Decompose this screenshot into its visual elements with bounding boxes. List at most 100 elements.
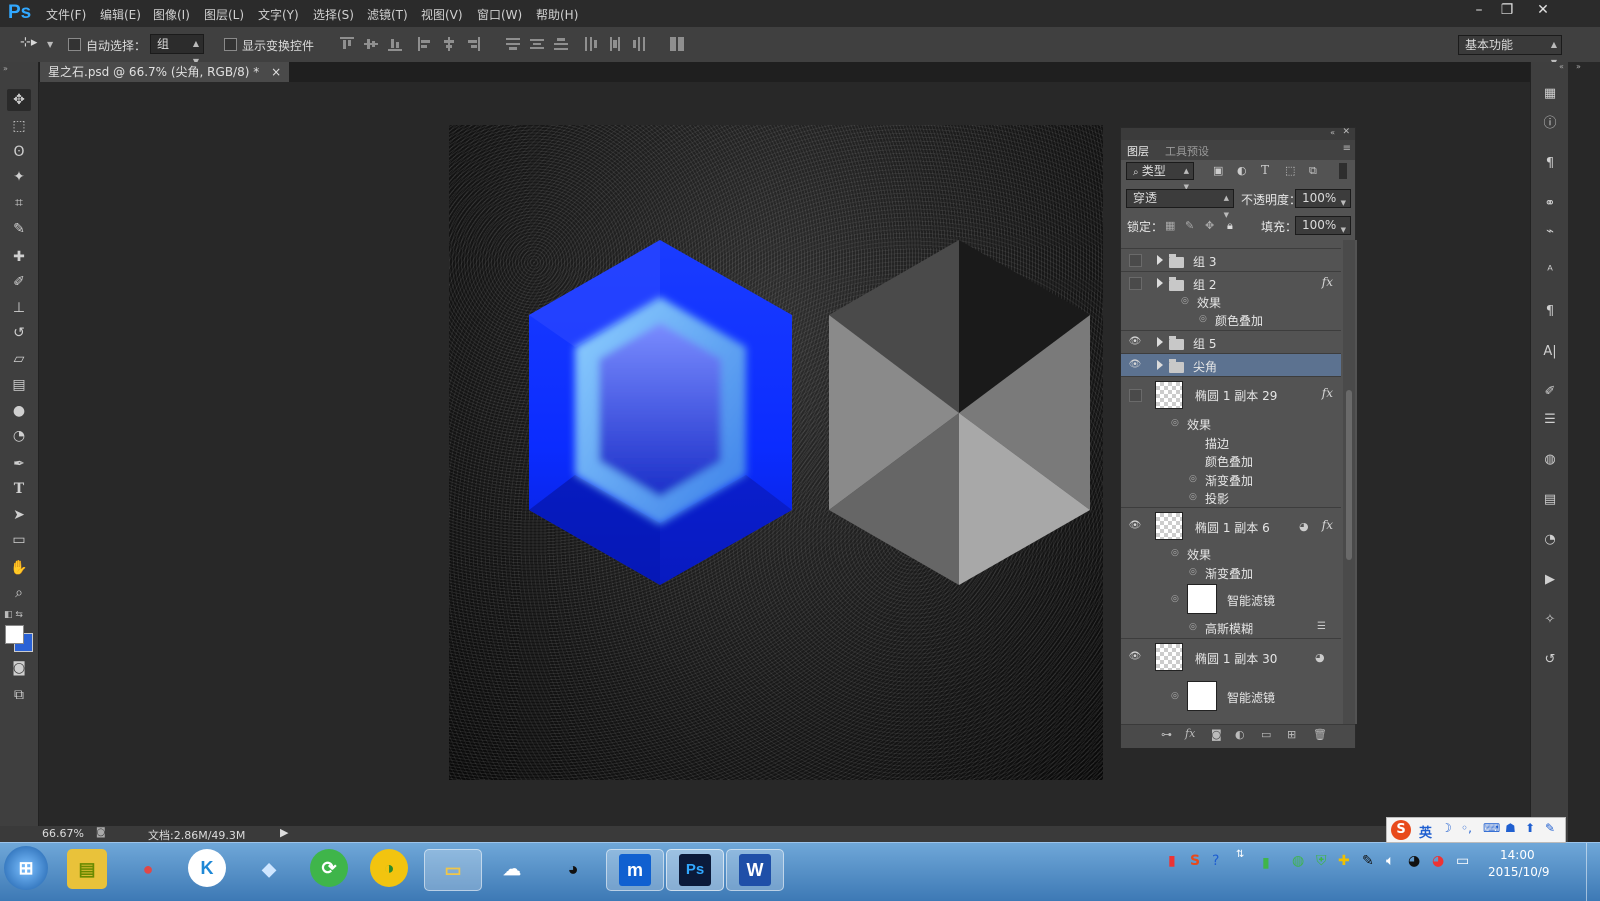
align-top-icon[interactable] bbox=[340, 37, 354, 51]
menu-view[interactable]: 视图(V) bbox=[421, 6, 463, 23]
tray-qq2-icon[interactable]: ◕ bbox=[1432, 853, 1444, 869]
start-button[interactable]: ⊞ bbox=[4, 846, 48, 890]
tray-app-icon[interactable]: ▮ bbox=[1168, 853, 1176, 869]
collapse-arrows-icon[interactable]: » bbox=[3, 64, 8, 73]
tab-tool-presets[interactable]: 工具预设 bbox=[1165, 143, 1209, 159]
qq-app-icon[interactable]: ◕ bbox=[553, 849, 593, 889]
new-layer-icon[interactable]: ⊞ bbox=[1287, 728, 1296, 741]
paragraph-icon[interactable]: ¶ bbox=[1540, 154, 1560, 174]
swatches-icon[interactable]: ◍ bbox=[1540, 450, 1560, 470]
restore-button[interactable]: ❐ bbox=[1491, 0, 1523, 20]
marquee-tool-icon[interactable]: ⬚ bbox=[7, 115, 31, 137]
type-tool-icon[interactable]: T bbox=[7, 478, 31, 500]
balloon-app-icon[interactable]: ● bbox=[128, 849, 168, 889]
layer-row-spike-selected[interactable]: 👁︎ 尖角 bbox=[1121, 354, 1341, 377]
filter-pixel-icon[interactable]: ▣ bbox=[1213, 164, 1223, 177]
layer-name[interactable]: 组 3 bbox=[1193, 253, 1216, 270]
eye-icon[interactable]: 👁︎ bbox=[1128, 520, 1142, 532]
tray-plus-icon[interactable]: ✚ bbox=[1338, 853, 1350, 869]
lock-all-icon[interactable]: 🔒︎ bbox=[1227, 219, 1233, 233]
eye-icon[interactable]: ◎ bbox=[1171, 594, 1179, 604]
tab-close-icon[interactable]: × bbox=[271, 65, 281, 79]
menu-layer[interactable]: 图层(L) bbox=[204, 6, 244, 23]
menu-help[interactable]: 帮助(H) bbox=[536, 6, 578, 23]
visibility-toggle[interactable] bbox=[1129, 254, 1142, 267]
auto-align-icon[interactable] bbox=[670, 37, 684, 51]
lock-position-icon[interactable]: ✥ bbox=[1205, 219, 1214, 232]
auto-select-dropdown[interactable]: 组 ▲▼ bbox=[150, 34, 204, 66]
filter-type-icon[interactable]: T bbox=[1261, 163, 1269, 177]
filter-adjustment-icon[interactable]: ◐ bbox=[1237, 164, 1247, 177]
distribute-left-icon[interactable] bbox=[584, 37, 598, 51]
menu-image[interactable]: 图像(I) bbox=[153, 6, 190, 23]
filter-blending-options-icon[interactable]: ☰ bbox=[1317, 621, 1326, 632]
visibility-toggle[interactable] bbox=[1129, 277, 1142, 290]
align-right-icon[interactable] bbox=[466, 37, 480, 51]
k-app-icon[interactable]: K bbox=[188, 849, 226, 887]
layer-row-group2[interactable]: 组 2 fx ◎ 效果 ◎ 颜色叠加 bbox=[1121, 272, 1341, 331]
menu-file[interactable]: 文件(F) bbox=[46, 6, 86, 23]
document-tab[interactable]: 星之石.psd @ 66.7% (尖角, RGB/8) * × bbox=[40, 62, 290, 82]
move-tool-preset-icon[interactable]: ⊹▸ bbox=[20, 35, 42, 53]
fx-icon[interactable]: fx bbox=[1322, 275, 1333, 289]
align-bottom-icon[interactable] bbox=[388, 37, 402, 51]
info-icon[interactable]: ⓘ bbox=[1540, 114, 1560, 134]
crop-tool-icon[interactable]: ⌗ bbox=[7, 192, 31, 214]
tray-network-icon[interactable]: ⇅ bbox=[1236, 849, 1244, 860]
glass-app-icon[interactable]: ◆ bbox=[249, 849, 289, 889]
styles-icon[interactable]: ▤ bbox=[1540, 490, 1560, 510]
taskbar-button-m[interactable]: m bbox=[606, 849, 664, 891]
eye-icon[interactable]: ◎ bbox=[1189, 567, 1197, 577]
dodge-tool-icon[interactable]: ◔ bbox=[7, 425, 31, 447]
panel-close-icon[interactable]: ✕ bbox=[1342, 127, 1350, 137]
menu-select[interactable]: 选择(S) bbox=[313, 6, 354, 23]
expand-panels-icon[interactable]: « bbox=[1559, 62, 1564, 71]
actions-icon[interactable]: ▶ bbox=[1540, 570, 1560, 590]
character-styles-icon[interactable]: ᴬ bbox=[1540, 262, 1560, 282]
quick-mask-icon[interactable]: ◙ bbox=[7, 657, 31, 679]
status-options-icon[interactable]: ◙ bbox=[96, 827, 106, 838]
eye-icon[interactable]: ◎ bbox=[1171, 418, 1179, 428]
preset-chevron-down-icon[interactable]: ▼ bbox=[47, 40, 53, 49]
scrollbar-thumb[interactable] bbox=[1346, 390, 1352, 560]
gradient-tool-icon[interactable]: ▤ bbox=[7, 374, 31, 396]
fx-icon[interactable]: fx bbox=[1322, 518, 1333, 532]
eye-icon[interactable]: ◎ bbox=[1171, 691, 1179, 701]
layer-name[interactable]: 椭圆 1 副本 6 bbox=[1195, 519, 1270, 536]
zoom-tool-icon[interactable]: ⌕ bbox=[7, 582, 31, 604]
eye-icon[interactable]: ◎ bbox=[1189, 492, 1197, 502]
eye-icon[interactable]: ◎ bbox=[1199, 314, 1207, 324]
menu-type[interactable]: 文字(Y) bbox=[258, 6, 299, 23]
distribute-right-icon[interactable] bbox=[632, 37, 646, 51]
distribute-vcenter-icon[interactable] bbox=[530, 37, 544, 51]
tray-pen-icon[interactable]: ✎ bbox=[1362, 853, 1374, 869]
clock-time[interactable]: 14:00 bbox=[1500, 848, 1535, 862]
layer-name[interactable]: 组 2 bbox=[1193, 276, 1216, 293]
lock-pixels-icon[interactable]: ✎ bbox=[1185, 219, 1194, 232]
explorer-app-icon[interactable]: ▭ bbox=[424, 849, 482, 891]
layer-row-ellipse6[interactable]: 👁︎ 椭圆 1 副本 6 ◕ fx ◎ 效果 ◎ 渐变叠加 ◎ 智能滤镜 ◎ 高… bbox=[1121, 508, 1341, 639]
refresh-app-icon[interactable]: ⟳ bbox=[310, 849, 348, 887]
close-button[interactable]: ✕ bbox=[1525, 0, 1561, 20]
filter-smart-object-icon[interactable]: ⧉ bbox=[1309, 164, 1317, 178]
filter-shape-icon[interactable]: ⬚ bbox=[1285, 164, 1295, 177]
link-layers-icon[interactable]: ⊶ bbox=[1161, 728, 1172, 741]
taskbar-button-photoshop[interactable]: Ps bbox=[666, 849, 724, 891]
expand-panels-icon[interactable]: » bbox=[1576, 62, 1581, 71]
eye-icon[interactable]: ◎ bbox=[1189, 474, 1197, 484]
menu-filter[interactable]: 滤镜(T) bbox=[367, 6, 408, 23]
move-tool-icon[interactable]: ✥ bbox=[7, 89, 31, 111]
healing-brush-tool-icon[interactable]: ✚ bbox=[7, 246, 31, 268]
screen-mode-icon[interactable]: ⧉ bbox=[7, 684, 31, 706]
menu-edit[interactable]: 编辑(E) bbox=[100, 6, 141, 23]
brush-tool-icon[interactable]: ✐ bbox=[7, 271, 31, 293]
eye-icon[interactable]: 👁︎ bbox=[1128, 359, 1142, 371]
rectangle-tool-icon[interactable]: ▭ bbox=[7, 529, 31, 551]
paths-icon[interactable]: ⌁ bbox=[1540, 222, 1560, 242]
clock-date[interactable]: 2015/10/9 bbox=[1488, 865, 1550, 879]
layer-name[interactable]: 尖角 bbox=[1193, 358, 1217, 375]
panel-menu-icon[interactable]: ≡ bbox=[1343, 143, 1351, 154]
layer-name[interactable]: 椭圆 1 副本 29 bbox=[1195, 387, 1277, 404]
path-selection-tool-icon[interactable]: ➤ bbox=[7, 504, 31, 526]
channels-icon[interactable]: ⚭ bbox=[1540, 194, 1560, 214]
